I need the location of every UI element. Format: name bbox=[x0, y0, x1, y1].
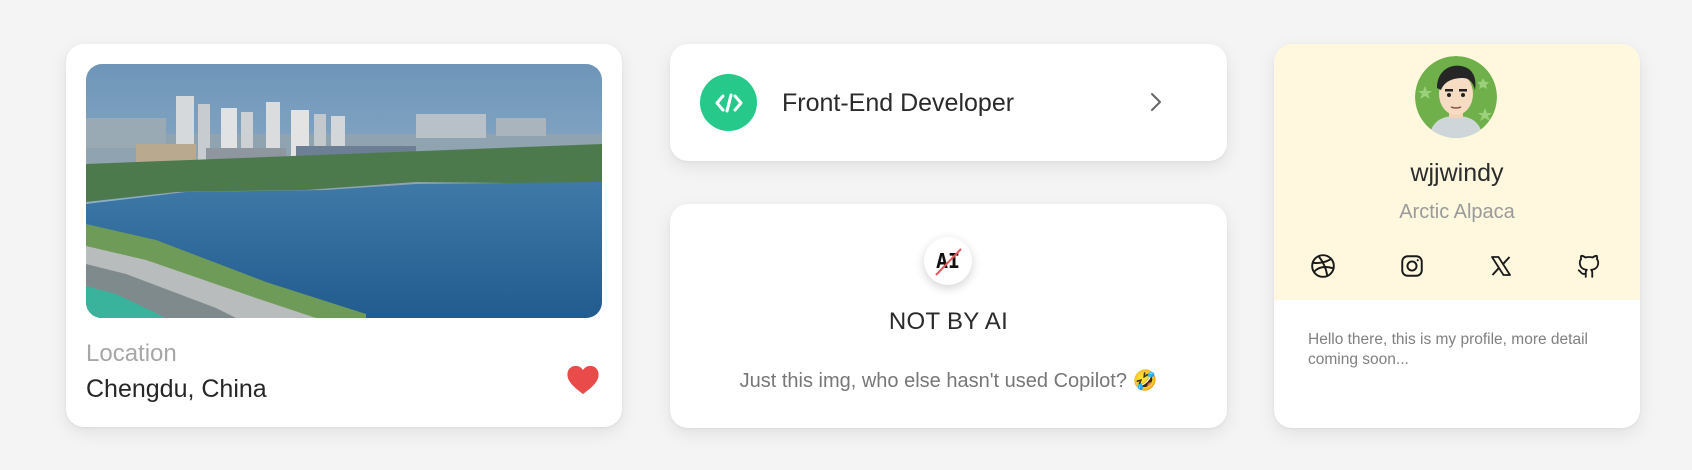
no-ai-icon: AI bbox=[924, 237, 972, 285]
profile-handle: Arctic Alpaca bbox=[1399, 201, 1515, 223]
heart-icon[interactable] bbox=[566, 364, 600, 396]
profile-card: wjjwindy Arctic Alpaca Hello there, this… bbox=[1274, 44, 1640, 428]
profile-bio: Hello there, this is my profile, more de… bbox=[1308, 331, 1588, 368]
x-icon[interactable] bbox=[1486, 251, 1516, 281]
role-title: Front-End Developer bbox=[782, 89, 1015, 117]
avatar[interactable] bbox=[1415, 56, 1497, 138]
code-icon bbox=[700, 74, 757, 131]
location-value: Chengdu, China bbox=[86, 375, 267, 403]
not-by-ai-card: AI NOT BY AI Just this img, who else has… bbox=[670, 204, 1227, 428]
github-icon[interactable] bbox=[1574, 251, 1604, 281]
chevron-right-icon bbox=[1145, 90, 1167, 114]
profile-username: wjjwindy bbox=[1410, 159, 1504, 187]
developer-role-card[interactable]: Front-End Developer bbox=[670, 44, 1227, 161]
city-lake-photo bbox=[86, 64, 602, 318]
instagram-icon[interactable] bbox=[1397, 251, 1427, 281]
location-label: Location bbox=[86, 340, 177, 367]
ai-card-title: NOT BY AI bbox=[888, 308, 1009, 335]
ai-card-subtitle: Just this img, who else hasn't used Copi… bbox=[739, 370, 1158, 392]
location-card: Location Chengdu, China bbox=[66, 44, 622, 427]
dribbble-icon[interactable] bbox=[1308, 251, 1338, 281]
